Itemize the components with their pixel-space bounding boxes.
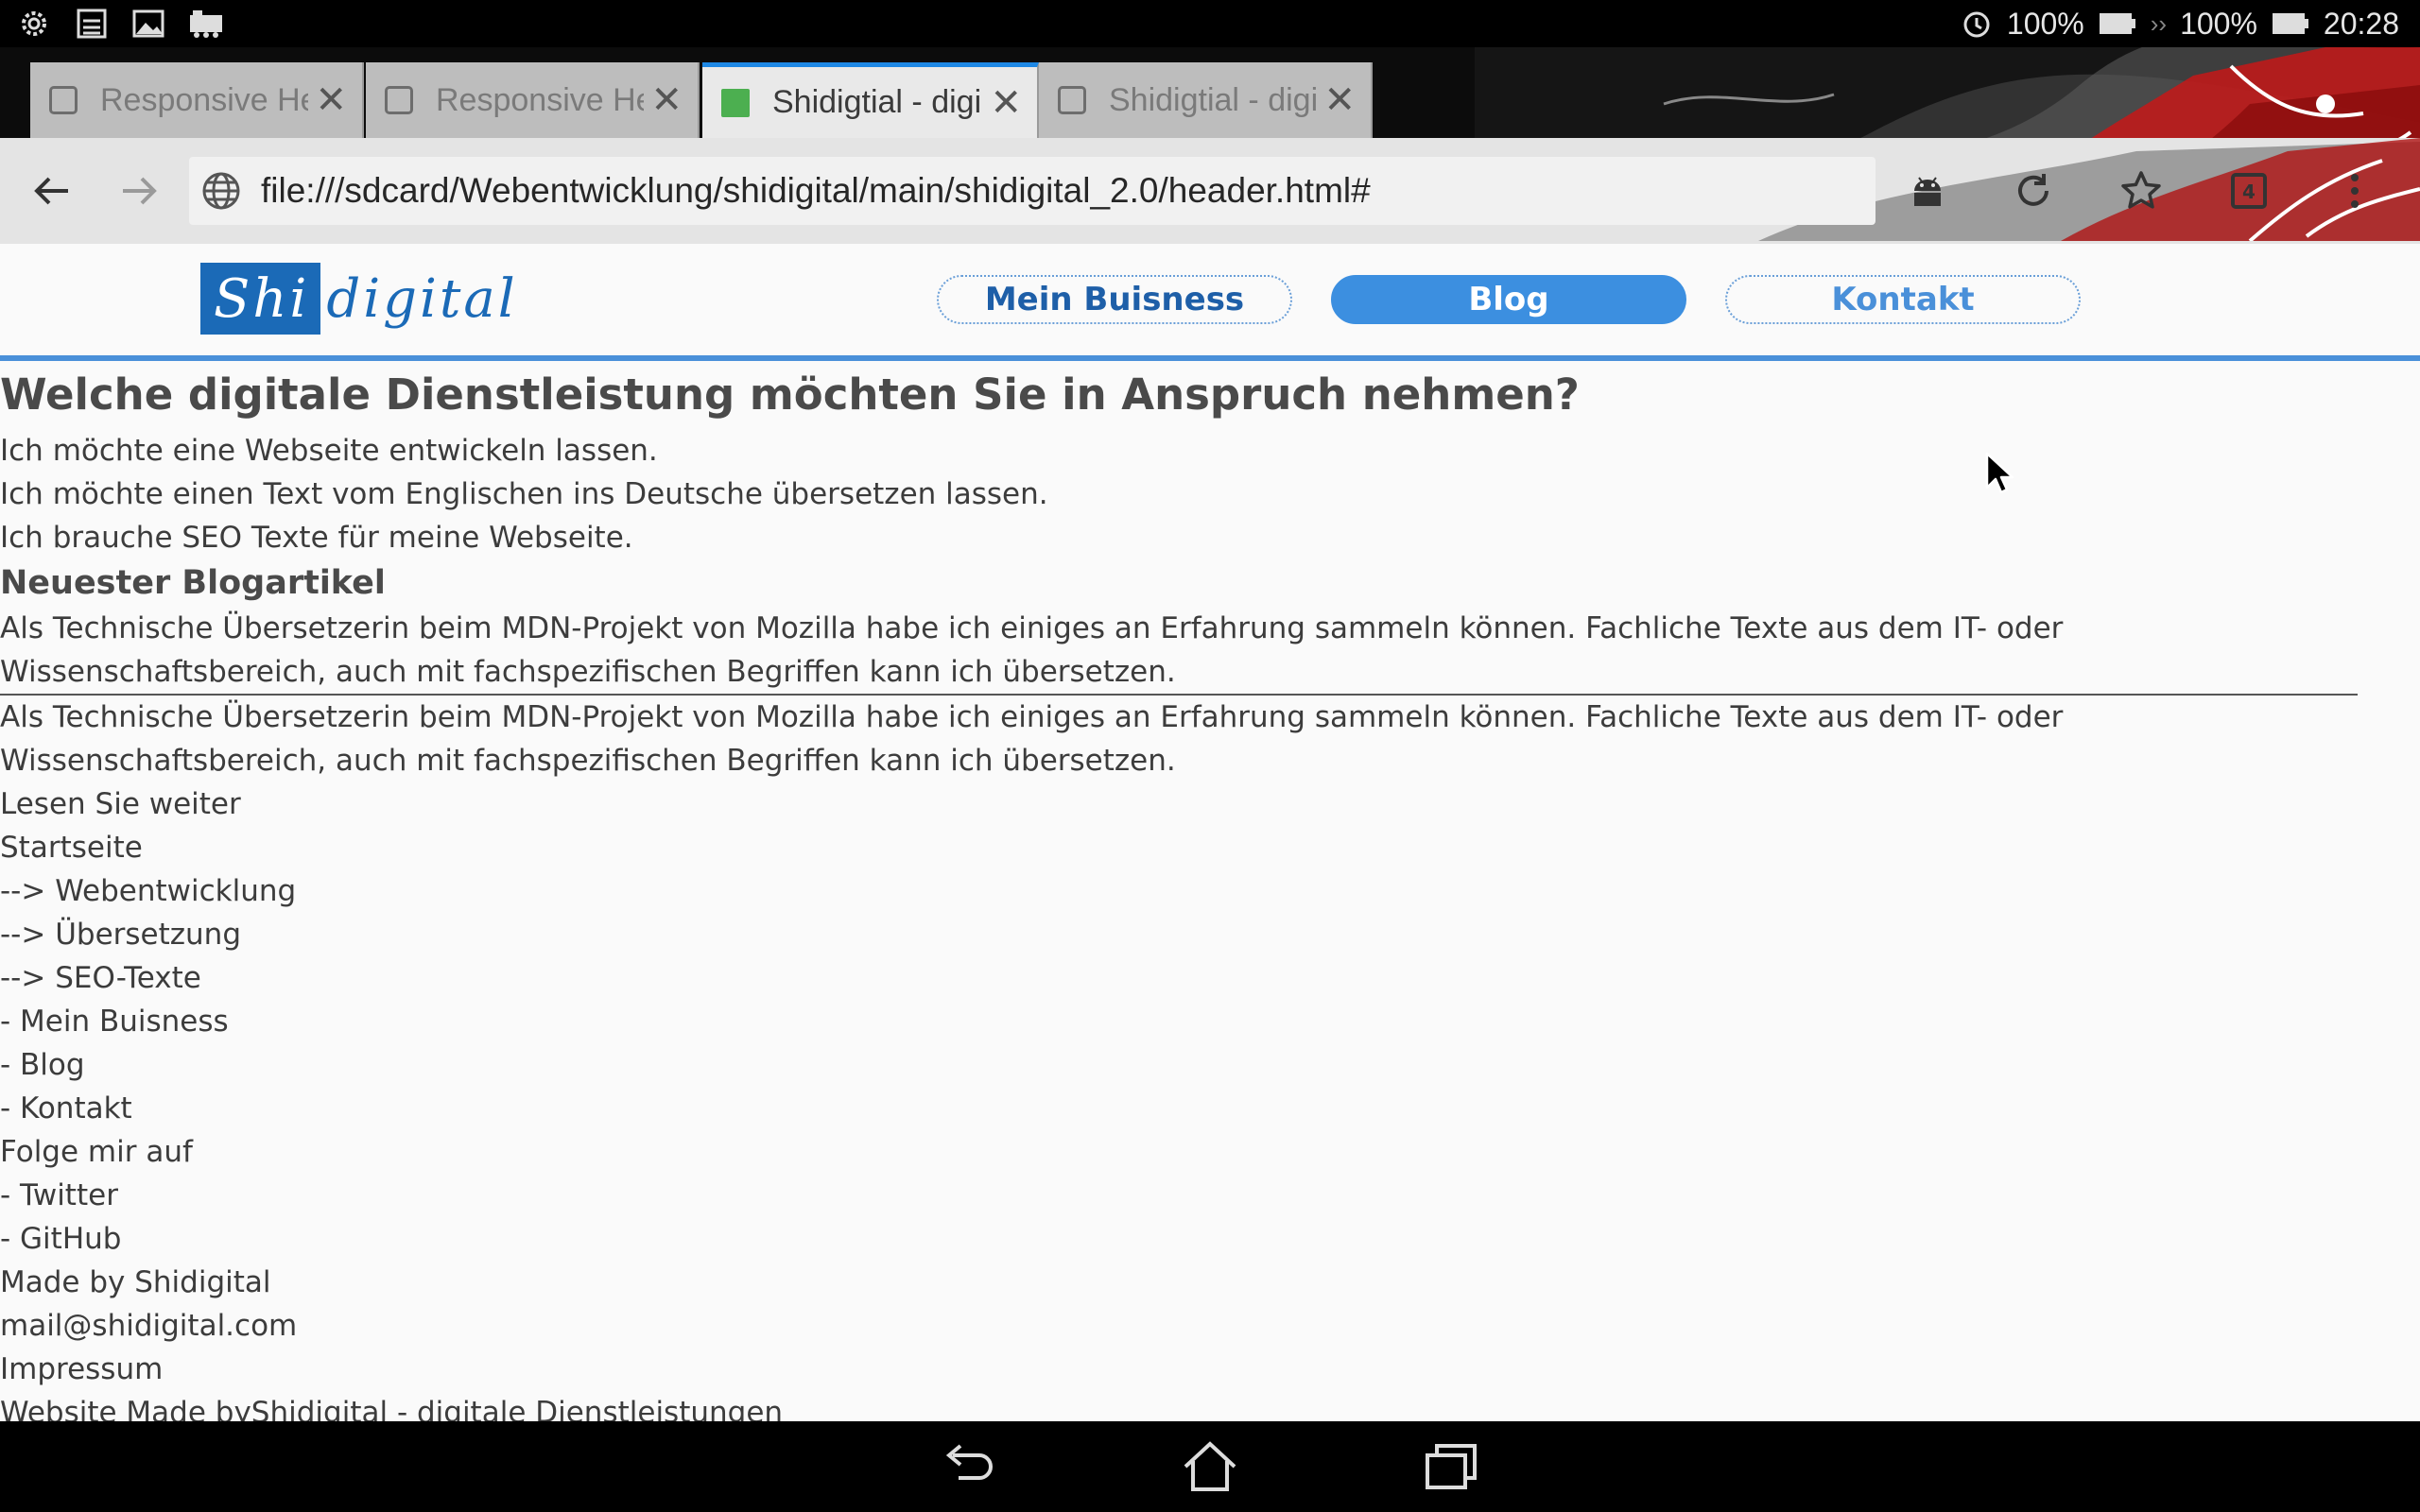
blog-teaser: Als Technische Übersetzerin beim MDN-Pro…	[0, 611, 2064, 689]
footer-blog-link[interactable]: - Blog	[0, 1043, 2363, 1087]
reload-icon	[2018, 174, 2048, 206]
tab-count: 4	[2242, 180, 2256, 203]
download-icon	[77, 9, 107, 39]
recents-nav-button[interactable]	[1422, 1438, 1482, 1495]
menu-button[interactable]	[2312, 148, 2397, 233]
battery-percent-tablet: 100%	[2006, 6, 2084, 41]
read-more-link[interactable]: Lesen Sie weiter	[0, 782, 2363, 826]
settings-icon	[22, 11, 46, 36]
tab-title: Responsive He	[436, 81, 644, 118]
close-tab-icon[interactable]: ✕	[650, 78, 683, 122]
footer-email-link[interactable]: mail@shidigital.com	[0, 1304, 2363, 1348]
logo-shi: Shi	[200, 263, 321, 335]
forward-arrow-icon	[123, 177, 157, 205]
service-seo[interactable]: Ich brauche SEO Texte für meine Webseite…	[0, 516, 2363, 559]
blog-heading: Neuester Blogartikel	[0, 564, 386, 602]
site-header: Shi digital Mein Buisness Blog Kontakt	[0, 244, 2420, 361]
keyboard-dock-battery-icon	[2099, 13, 2135, 34]
forward-button[interactable]	[96, 148, 182, 233]
footer-follow-label: Folge mir auf	[0, 1135, 193, 1169]
back-arrow-icon	[34, 177, 68, 205]
train-icon	[190, 10, 222, 38]
close-tab-icon[interactable]: ✕	[315, 78, 347, 122]
battery-icon	[2272, 13, 2308, 34]
page-content: Welche digitale Dienstleistung möchten S…	[0, 361, 2363, 1421]
battery-percent-dock: 100%	[2180, 6, 2257, 41]
site-favicon	[721, 88, 750, 117]
footer-contact-link[interactable]: - Kontakt	[0, 1087, 2363, 1130]
footer-twitter-link[interactable]: - Twitter	[0, 1174, 2363, 1217]
web-page: Shi digital Mein Buisness Blog Kontakt W…	[0, 244, 2420, 1421]
footer-home-link[interactable]: Startseite	[0, 826, 2363, 869]
more-vert-icon	[2351, 174, 2359, 208]
site-logo[interactable]: Shi digital	[200, 263, 518, 335]
tab-3-active[interactable]: Shidigtial - digi ✕	[702, 62, 1039, 138]
tab-2[interactable]: Responsive He ✕	[366, 62, 700, 138]
footer-github-link[interactable]: - GitHub	[0, 1217, 2363, 1261]
alarm-icon	[1963, 11, 1990, 38]
nav-contact-button[interactable]: Kontakt	[1725, 275, 2081, 324]
footer-impressum-link[interactable]: Impressum	[0, 1348, 2363, 1391]
globe-icon	[202, 172, 240, 210]
page-icon	[385, 86, 413, 114]
clock: 20:28	[2323, 6, 2399, 41]
notification-icons	[17, 8, 225, 40]
page-icon	[49, 86, 78, 114]
tab-title: Responsive He	[100, 81, 308, 118]
close-tab-icon[interactable]: ✕	[990, 81, 1022, 125]
main-heading: Welche digitale Dienstleistung möchten S…	[0, 369, 1580, 420]
star-icon	[2121, 171, 2161, 209]
system-status: 100% ›› 100% 20:28	[1960, 0, 2399, 47]
home-nav-button[interactable]	[1180, 1438, 1240, 1495]
browser-toolbar: file:///sdcard/Webentwicklung/shidigital…	[0, 138, 2420, 244]
tab-4[interactable]: Shidigtial - digi ✕	[1039, 62, 1373, 138]
mouse-cursor-icon	[1985, 452, 2014, 494]
footer-credit: Website Made byShidigital - digitale Die…	[0, 1396, 784, 1421]
tab-title: Shidigtial - digi	[1109, 81, 1317, 118]
theme-decoration	[1475, 47, 2420, 138]
url-text: file:///sdcard/Webentwicklung/shidigital…	[261, 171, 1371, 210]
tab-1[interactable]: Responsive He ✕	[30, 62, 364, 138]
address-bar[interactable]: file:///sdcard/Webentwicklung/shidigital…	[189, 157, 1876, 225]
nav-blog-button[interactable]: Blog	[1331, 275, 1686, 324]
android-icon	[1914, 177, 1941, 206]
status-bar: 100% ›› 100% 20:28	[0, 0, 2420, 47]
back-nav-button[interactable]	[938, 1438, 998, 1495]
nav-business-button[interactable]: Mein Buisness	[937, 275, 1292, 324]
close-tab-icon[interactable]: ✕	[1323, 78, 1356, 122]
footer-business-link[interactable]: - Mein Buisness	[0, 1000, 2363, 1043]
android-app-button[interactable]	[1885, 148, 1970, 233]
chevrons-icon: ››	[2150, 9, 2168, 38]
page-icon	[1058, 86, 1086, 114]
image-icon	[132, 9, 164, 38]
blog-excerpt: Als Technische Übersetzerin beim MDN-Pro…	[0, 700, 2064, 778]
tab-title: Shidigtial - digi	[772, 84, 980, 120]
tab-switcher-button[interactable]: 4	[2206, 148, 2291, 233]
tab-strip: Responsive He ✕ Responsive He ✕ Shidigti…	[0, 47, 2420, 138]
system-navigation-bar	[0, 1421, 2420, 1512]
bookmark-button[interactable]	[2099, 148, 2184, 233]
reload-button[interactable]	[1991, 148, 2076, 233]
footer-seo-link[interactable]: --> SEO-Texte	[0, 956, 2363, 1000]
logo-digital: digital	[326, 267, 518, 330]
back-button[interactable]	[9, 148, 95, 233]
footer-webdev-link[interactable]: --> Webentwicklung	[0, 869, 2363, 913]
footer-translation-link[interactable]: --> Übersetzung	[0, 913, 2363, 956]
footer-made-by: Made by Shidigital	[0, 1265, 271, 1299]
tab-count-icon: 4	[2231, 173, 2267, 209]
